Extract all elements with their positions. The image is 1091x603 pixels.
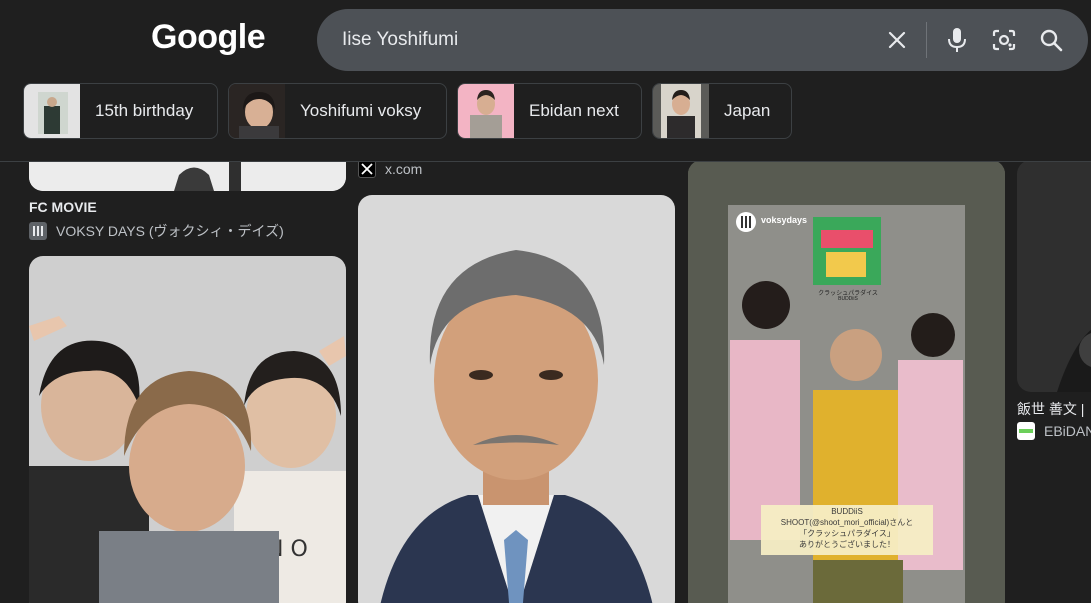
result-source-ebidan[interactable]: EBiDAN	[1017, 422, 1091, 440]
result-source-label: VOKSY DAYS (ヴォクシィ・デイズ)	[56, 223, 284, 239]
chip-japan[interactable]: Japan	[652, 83, 792, 139]
chip-thumbnail	[229, 84, 285, 138]
ebidan-favicon-icon	[1017, 422, 1035, 440]
caption-line: SHOOT(@shoot_mori_official)さんと	[780, 518, 914, 527]
story-caption: BUDDiiS SHOOT(@shoot_mori_official)さんと 「…	[761, 506, 933, 550]
chip-label: Ebidan next	[529, 101, 619, 120]
result-source-label: x.com	[385, 161, 423, 177]
search-input[interactable]	[342, 26, 862, 54]
result-source-label: EBiDAN	[1044, 423, 1091, 439]
chip-thumbnail	[458, 84, 514, 138]
caption-line: BUDDiiS	[831, 507, 863, 516]
caption-line: ありがとうございました！	[799, 540, 895, 549]
result-source-x[interactable]: x.com	[358, 160, 422, 178]
result-image-three-boys[interactable]: 'N O	[29, 256, 346, 603]
result-image-graphic: 'N O	[29, 256, 346, 603]
google-logo[interactable]: Google	[151, 18, 266, 57]
result-image-instagram-story[interactable]: voksydays クラッシュパラダイス BUDDiiS BUDDiiS SHO…	[688, 160, 1005, 603]
chip-label: Japan	[724, 101, 771, 120]
chip-ebidan-next[interactable]: Ebidan next	[457, 83, 642, 139]
story-username: voksydays	[761, 215, 808, 225]
chip-label: Yoshifumi voksy	[300, 101, 422, 120]
result-image-portrait-man[interactable]	[358, 195, 675, 603]
chip-15th-birthday[interactable]: 15th birthday	[23, 83, 218, 139]
chip-yoshifumi-voksy[interactable]: Yoshifumi voksy	[228, 83, 447, 139]
result-image-graphic	[1017, 160, 1091, 392]
result-image-graphic	[358, 195, 675, 603]
result-image-partial-right[interactable]	[1017, 160, 1091, 392]
search-divider	[926, 22, 927, 58]
microphone-icon[interactable]	[943, 26, 971, 54]
search-icon[interactable]	[1037, 26, 1065, 54]
clear-icon[interactable]	[883, 26, 911, 54]
top-header: Google 15th birthday Yoshifumi voksy	[0, 0, 1091, 162]
album-subtitle: BUDDiiS	[838, 296, 858, 302]
chip-thumbnail	[24, 84, 80, 138]
result-source-voksy-days[interactable]: VOKSY DAYS (ヴォクシィ・デイズ)	[29, 221, 284, 241]
caption-line: 「クラッシュパラダイス」	[799, 529, 895, 538]
result-title-iise[interactable]: 飯世 善文 |	[1017, 399, 1084, 419]
result-title-fc-movie[interactable]: FC MOVIE	[29, 199, 97, 215]
chip-label: 15th birthday	[95, 101, 194, 120]
chip-thumbnail	[653, 84, 709, 138]
lens-icon[interactable]	[990, 26, 1018, 54]
voksy-days-favicon-icon	[29, 222, 47, 240]
x-logo-icon	[358, 160, 376, 178]
search-box[interactable]	[317, 9, 1088, 71]
